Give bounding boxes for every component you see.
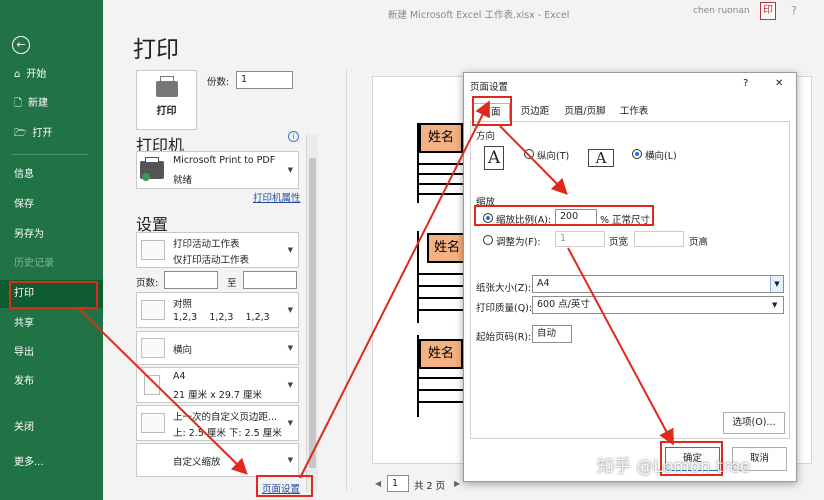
- watermark: 知乎 @Lemon tree: [597, 457, 751, 477]
- annotation-arrows: [79, 100, 674, 479]
- arrow-scale-to-ok: [567, 247, 674, 446]
- arrow-tab-to-scale: [499, 125, 568, 195]
- arrow-link-to-tab: [299, 100, 490, 479]
- arrow-print-to-link: [79, 309, 248, 475]
